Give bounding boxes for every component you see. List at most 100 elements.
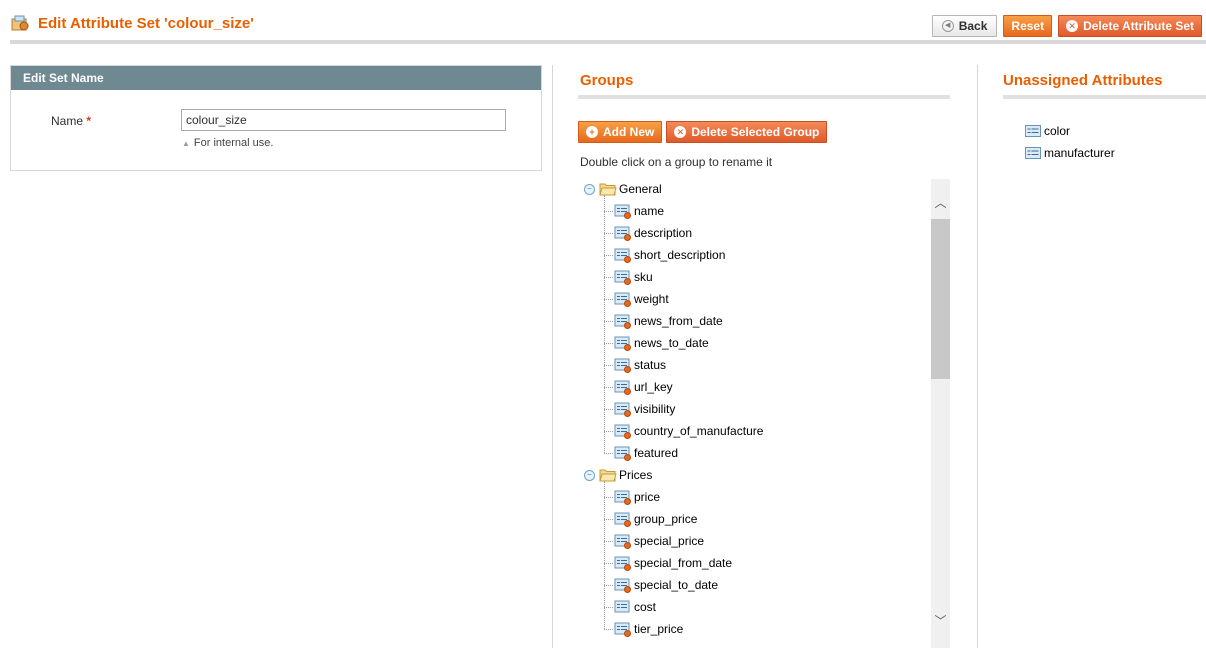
name-label-text: Name — [51, 114, 84, 128]
delete-icon: ✕ — [674, 126, 687, 138]
tree-item[interactable]: weight — [578, 288, 928, 310]
unassigned-item[interactable]: color — [1025, 120, 1115, 142]
unassigned-title: Unassigned Attributes — [1003, 72, 1163, 89]
add-new-label: Add New — [603, 125, 655, 139]
edit-set-name-panel: Edit Set Name Name * ▲ For internal use. — [10, 65, 542, 171]
system-attribute-icon — [614, 379, 632, 395]
tree-item[interactable]: special_price — [578, 530, 928, 552]
scroll-thumb[interactable] — [931, 219, 950, 379]
tree-item-label: tier_price — [634, 622, 684, 636]
collapse-toggle-icon[interactable]: − — [584, 183, 595, 195]
column-divider — [977, 65, 978, 648]
delete-group-label: Delete Selected Group — [691, 125, 820, 139]
tree-item-label: visibility — [634, 402, 676, 416]
delete-selected-group-button[interactable]: ✕ Delete Selected Group — [666, 121, 828, 143]
header-buttons: ◀ Back Reset ✕ Delete Attribute Set — [931, 15, 1202, 37]
add-new-group-button[interactable]: + Add New — [578, 121, 663, 143]
tree-item-label: cost — [634, 600, 657, 614]
tree-group-general[interactable]: − General — [578, 178, 928, 200]
tree-group-label: Prices — [619, 468, 653, 482]
tree-item[interactable]: tier_price — [578, 618, 928, 640]
system-attribute-icon — [614, 533, 632, 549]
tree-item-label: special_price — [634, 534, 705, 548]
system-attribute-icon — [614, 247, 632, 263]
delete-attribute-set-label: Delete Attribute Set — [1083, 19, 1194, 33]
unassigned-item-label: color — [1044, 124, 1071, 138]
page-header: Edit Attribute Set 'colour_size' ◀ Back … — [10, 8, 1206, 42]
delete-attribute-set-button[interactable]: ✕ Delete Attribute Set — [1058, 15, 1202, 37]
page-title-text: Edit Attribute Set 'colour_size' — [38, 14, 254, 32]
tree-item-label: description — [634, 226, 693, 240]
field-note: ▲ For internal use. — [182, 137, 273, 149]
tree-item[interactable]: cost — [578, 596, 928, 618]
system-attribute-icon — [614, 269, 632, 285]
tree-group-label: General — [619, 182, 662, 196]
tree-item-label: short_description — [634, 248, 726, 262]
system-attribute-icon — [614, 423, 632, 439]
system-attribute-icon — [614, 489, 632, 505]
unassigned-divider — [1003, 95, 1206, 99]
tree-rows: − General name description short_description… — [578, 178, 928, 640]
name-label: Name * — [51, 114, 91, 128]
tree-item-label: sku — [634, 270, 653, 284]
delete-icon: ✕ — [1066, 20, 1079, 32]
tree-item-label: news_from_date — [634, 314, 723, 328]
tree-item[interactable]: special_from_date — [578, 552, 928, 574]
groups-toolbar: + Add New ✕ Delete Selected Group — [578, 121, 828, 143]
system-attribute-icon — [614, 225, 632, 241]
tree-item-label: weight — [634, 292, 669, 306]
system-attribute-icon — [614, 555, 632, 571]
tree-scrollbar[interactable]: ︿ ﹀ — [931, 179, 950, 648]
groups-title: Groups — [580, 72, 634, 89]
system-attribute-icon — [614, 357, 632, 373]
tree-item[interactable]: sku — [578, 266, 928, 288]
tree-item[interactable]: url_key — [578, 376, 928, 398]
system-attribute-icon — [614, 621, 632, 637]
tree-item-label: status — [634, 358, 667, 372]
column-divider — [552, 65, 553, 648]
scroll-down-icon[interactable]: ﹀ — [931, 611, 950, 631]
tree-item[interactable]: description — [578, 222, 928, 244]
unassigned-item-label: manufacturer — [1044, 146, 1115, 160]
required-marker: * — [86, 114, 92, 128]
groups-hint: Double click on a group to rename it — [580, 155, 773, 169]
tree-item-label: country_of_manufacture — [634, 424, 764, 438]
attribute-icon — [1025, 125, 1041, 137]
attribute-icon — [1025, 147, 1041, 159]
tree-item[interactable]: visibility — [578, 398, 928, 420]
scroll-up-icon[interactable]: ︿ — [931, 193, 950, 213]
plus-icon: + — [586, 126, 598, 138]
unassigned-item[interactable]: manufacturer — [1025, 142, 1115, 164]
tree-item[interactable]: news_from_date — [578, 310, 928, 332]
tree-item[interactable]: group_price — [578, 508, 928, 530]
tree-item[interactable]: news_to_date — [578, 332, 928, 354]
system-attribute-icon — [614, 401, 632, 417]
tree-item[interactable]: price — [578, 486, 928, 508]
tree-item[interactable]: short_description — [578, 244, 928, 266]
folder-icon — [599, 182, 617, 196]
folder-icon — [599, 468, 617, 482]
tree-item[interactable]: special_to_date — [578, 574, 928, 596]
tree-item[interactable]: name — [578, 200, 928, 222]
tree-item[interactable]: status — [578, 354, 928, 376]
reset-button[interactable]: Reset — [1003, 15, 1053, 37]
system-attribute-icon — [614, 577, 632, 593]
groups-tree: − General name description short_description… — [578, 178, 950, 648]
page: Edit Attribute Set 'colour_size' ◀ Back … — [0, 0, 1206, 648]
tree-item-label: url_key — [634, 380, 673, 394]
system-attribute-icon — [614, 203, 632, 219]
attribute-icon — [614, 599, 632, 615]
tree-item[interactable]: country_of_manufacture — [578, 420, 928, 442]
tree-connector — [604, 195, 605, 453]
tree-group-prices[interactable]: − Prices — [578, 464, 928, 486]
unassigned-list: color manufacturer — [1025, 120, 1115, 164]
tree-item-label: special_to_date — [634, 578, 719, 592]
panel-heading: Edit Set Name — [11, 66, 541, 90]
collapse-toggle-icon[interactable]: − — [584, 469, 595, 481]
back-button[interactable]: ◀ Back — [931, 15, 998, 37]
tree-item[interactable]: featured — [578, 442, 928, 464]
tree-item-label: price — [634, 490, 661, 504]
name-input[interactable] — [181, 109, 506, 131]
back-button-label: Back — [958, 19, 988, 33]
back-arrow-icon: ◀ — [941, 20, 954, 32]
